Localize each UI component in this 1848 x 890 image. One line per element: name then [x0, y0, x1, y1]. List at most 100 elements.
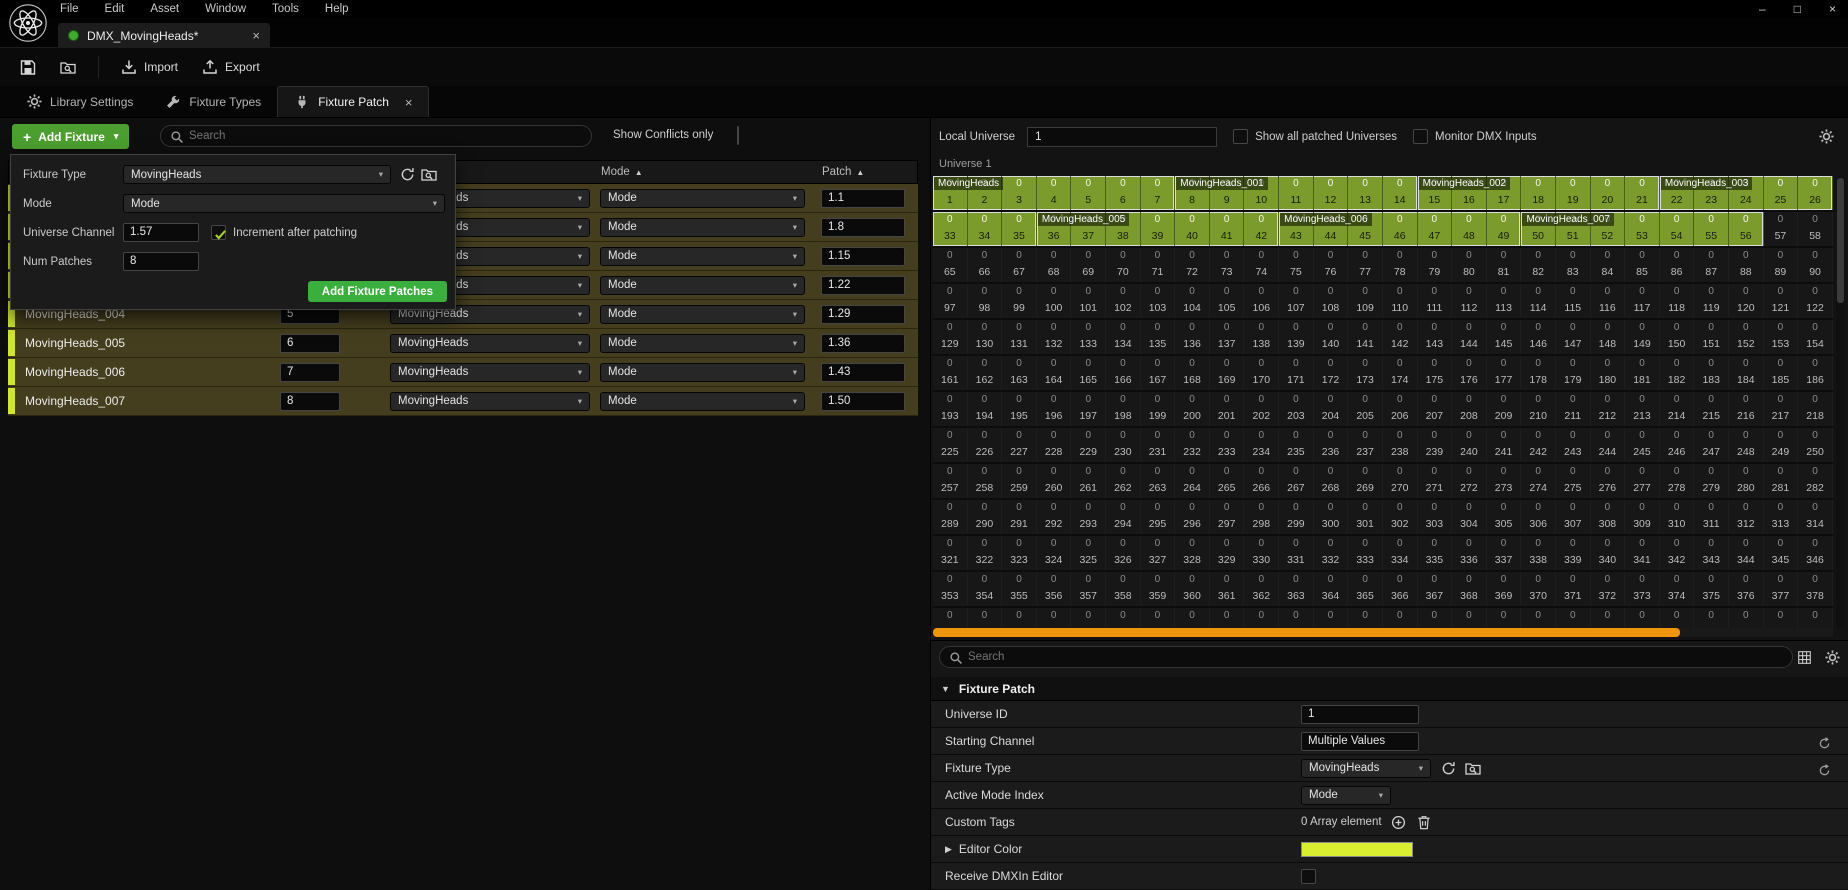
- dmx-channel-cell[interactable]: 0314: [1798, 500, 1833, 534]
- dmx-channel-cell[interactable]: 0163: [1002, 356, 1037, 390]
- dmx-channel-cell[interactable]: 0174: [1383, 356, 1418, 390]
- browse-to-asset-button[interactable]: [50, 53, 86, 81]
- dmx-channel-cell[interactable]: 066: [968, 248, 1003, 282]
- dmx-channel-cell[interactable]: 0309: [1625, 500, 1660, 534]
- dmx-channel-cell[interactable]: 0277: [1625, 464, 1660, 498]
- dmx-channel-cell[interactable]: 0343: [1694, 536, 1729, 570]
- dmx-channel-cell[interactable]: 0365: [1348, 572, 1383, 606]
- dmx-channel-cell[interactable]: 0409: [1764, 608, 1799, 628]
- dmx-channel-cell[interactable]: 019: [1556, 176, 1591, 210]
- dmx-channel-cell[interactable]: 0401: [1487, 608, 1522, 628]
- add-fixture-patches-button[interactable]: Add Fixture Patches: [308, 281, 447, 302]
- grid-view-icon[interactable]: [1796, 649, 1812, 665]
- dmx-channel-cell[interactable]: 0194: [968, 392, 1003, 426]
- dmx-channel-cell[interactable]: 0373: [1625, 572, 1660, 606]
- dmx-channel-cell[interactable]: 0245: [1625, 428, 1660, 462]
- dmx-channel-cell[interactable]: 0113: [1487, 284, 1522, 318]
- menu-file[interactable]: File: [60, 3, 79, 15]
- dmx-channel-cell[interactable]: 0272: [1452, 464, 1487, 498]
- dmx-channel-cell[interactable]: 0387: [1002, 608, 1037, 628]
- dmx-channel-cell[interactable]: 0361: [1210, 572, 1245, 606]
- detail-value-dropdown[interactable]: Mode▾: [1301, 786, 1391, 805]
- dmx-channel-cell[interactable]: 03: [1002, 176, 1037, 210]
- dmx-channel-cell[interactable]: 079: [1418, 248, 1453, 282]
- dmx-channel-cell[interactable]: 0151: [1694, 320, 1729, 354]
- dmx-channel-cell[interactable]: 0275: [1556, 464, 1591, 498]
- dmx-channel-cell[interactable]: 0367: [1418, 572, 1453, 606]
- dmx-channel-cell[interactable]: 0260: [1037, 464, 1072, 498]
- dmx-channel-cell[interactable]: 0298: [1244, 500, 1279, 534]
- dmx-channel-cell[interactable]: 025: [1764, 176, 1799, 210]
- dmx-channel-cell[interactable]: 0262: [1106, 464, 1141, 498]
- dmx-channel-cell[interactable]: 0227: [1002, 428, 1037, 462]
- fixture-type-dropdown[interactable]: MovingHeads▾: [390, 363, 590, 382]
- dmx-channel-cell[interactable]: 0117: [1625, 284, 1660, 318]
- dmx-channel-cell[interactable]: 0168: [1175, 356, 1210, 390]
- dmx-channel-cell[interactable]: 0243: [1556, 428, 1591, 462]
- dmx-channel-cell[interactable]: 041: [1210, 212, 1245, 246]
- mode-column-header[interactable]: Mode ▲: [601, 166, 806, 178]
- dmx-channel-cell[interactable]: 0371: [1556, 572, 1591, 606]
- dmx-channel-cell[interactable]: 0193: [933, 392, 968, 426]
- dmx-channel-cell[interactable]: 0207: [1418, 392, 1453, 426]
- dmx-channel-cell[interactable]: 047: [1418, 212, 1453, 246]
- dmx-channel-cell[interactable]: 0265: [1210, 464, 1245, 498]
- dmx-channel-cell[interactable]: 0134: [1106, 320, 1141, 354]
- details-settings-gear-icon[interactable]: [1824, 649, 1840, 665]
- dmx-channel-cell[interactable]: 0161: [933, 356, 968, 390]
- dmx-channel-cell[interactable]: 0198: [1106, 392, 1141, 426]
- dmx-channel-cell[interactable]: 0210: [1521, 392, 1556, 426]
- dmx-channel-cell[interactable]: 077: [1348, 248, 1383, 282]
- dmx-channel-cell[interactable]: 0185: [1764, 356, 1799, 390]
- dmx-channel-cell[interactable]: 0137: [1210, 320, 1245, 354]
- dmx-channel-cell[interactable]: 0296: [1175, 500, 1210, 534]
- receive-dmx-in-editor-checkbox[interactable]: [1301, 869, 1316, 884]
- dmx-channel-cell[interactable]: 0368: [1452, 572, 1487, 606]
- mode-dropdown[interactable]: Mode▾: [600, 334, 805, 353]
- dmx-channel-cell[interactable]: 0289: [933, 500, 968, 534]
- dmx-channel-cell[interactable]: 0374: [1660, 572, 1695, 606]
- dmx-channel-cell[interactable]: 0370: [1521, 572, 1556, 606]
- use-selected-asset-icon[interactable]: [1440, 760, 1456, 776]
- mode-dropdown[interactable]: Mode▾: [600, 218, 805, 237]
- fixture-patch-section-header[interactable]: ▼ Fixture Patch: [931, 677, 1848, 701]
- fixture-search-input[interactable]: [160, 125, 592, 147]
- mode-dropdown[interactable]: Mode▾: [600, 363, 805, 382]
- dmx-channel-cell[interactable]: 081: [1487, 248, 1522, 282]
- dmx-channel-cell[interactable]: 04: [1037, 176, 1072, 210]
- fixture-type-dropdown[interactable]: MovingHeads▾: [390, 392, 590, 411]
- dmx-channel-cell[interactable]: 0106: [1244, 284, 1279, 318]
- dmx-channel-cell[interactable]: 0129: [933, 320, 968, 354]
- dmx-channel-cell[interactable]: 0121: [1764, 284, 1799, 318]
- dmx-channel-cell[interactable]: 0197: [1071, 392, 1106, 426]
- dmx-channel-cell[interactable]: 0233: [1210, 428, 1245, 462]
- dmx-channel-cell[interactable]: 0337: [1487, 536, 1522, 570]
- dmx-channel-cell[interactable]: 072: [1175, 248, 1210, 282]
- dmx-channel-cell[interactable]: 0279: [1694, 464, 1729, 498]
- dmx-channel-cell[interactable]: 0250: [1798, 428, 1833, 462]
- browse-to-asset-icon[interactable]: [421, 167, 437, 183]
- dmx-channel-cell[interactable]: 0273: [1487, 464, 1522, 498]
- dmx-channel-cell[interactable]: 0259: [1002, 464, 1037, 498]
- mode-dropdown[interactable]: Mode▾: [600, 247, 805, 266]
- dmx-channel-cell[interactable]: 0201: [1210, 392, 1245, 426]
- dmx-channel-cell[interactable]: 0297: [1210, 500, 1245, 534]
- patch-address-field[interactable]: 1.43: [821, 363, 905, 382]
- dmx-channel-cell[interactable]: 0356: [1037, 572, 1072, 606]
- dmx-channel-cell[interactable]: 0280: [1729, 464, 1764, 498]
- dmx-channel-cell[interactable]: 0404: [1591, 608, 1626, 628]
- dmx-channel-cell[interactable]: 020: [1591, 176, 1626, 210]
- dmx-channel-cell[interactable]: 0326: [1106, 536, 1141, 570]
- dmx-channel-cell[interactable]: 0211: [1556, 392, 1591, 426]
- dmx-channel-cell[interactable]: 0322: [968, 536, 1003, 570]
- dmx-channel-cell[interactable]: 0175: [1418, 356, 1453, 390]
- save-button[interactable]: [10, 53, 46, 81]
- dmx-channel-cell[interactable]: 0181: [1625, 356, 1660, 390]
- dmx-channel-cell[interactable]: 0269: [1348, 464, 1383, 498]
- num-patches-input[interactable]: 8: [123, 252, 199, 271]
- dmx-channel-cell[interactable]: 0202: [1244, 392, 1279, 426]
- dmx-channel-cell[interactable]: 0266: [1244, 464, 1279, 498]
- dmx-channel-cell[interactable]: 0217: [1764, 392, 1799, 426]
- menu-edit[interactable]: Edit: [105, 3, 125, 15]
- detail-value-dropdown[interactable]: MovingHeads▾: [1301, 759, 1431, 778]
